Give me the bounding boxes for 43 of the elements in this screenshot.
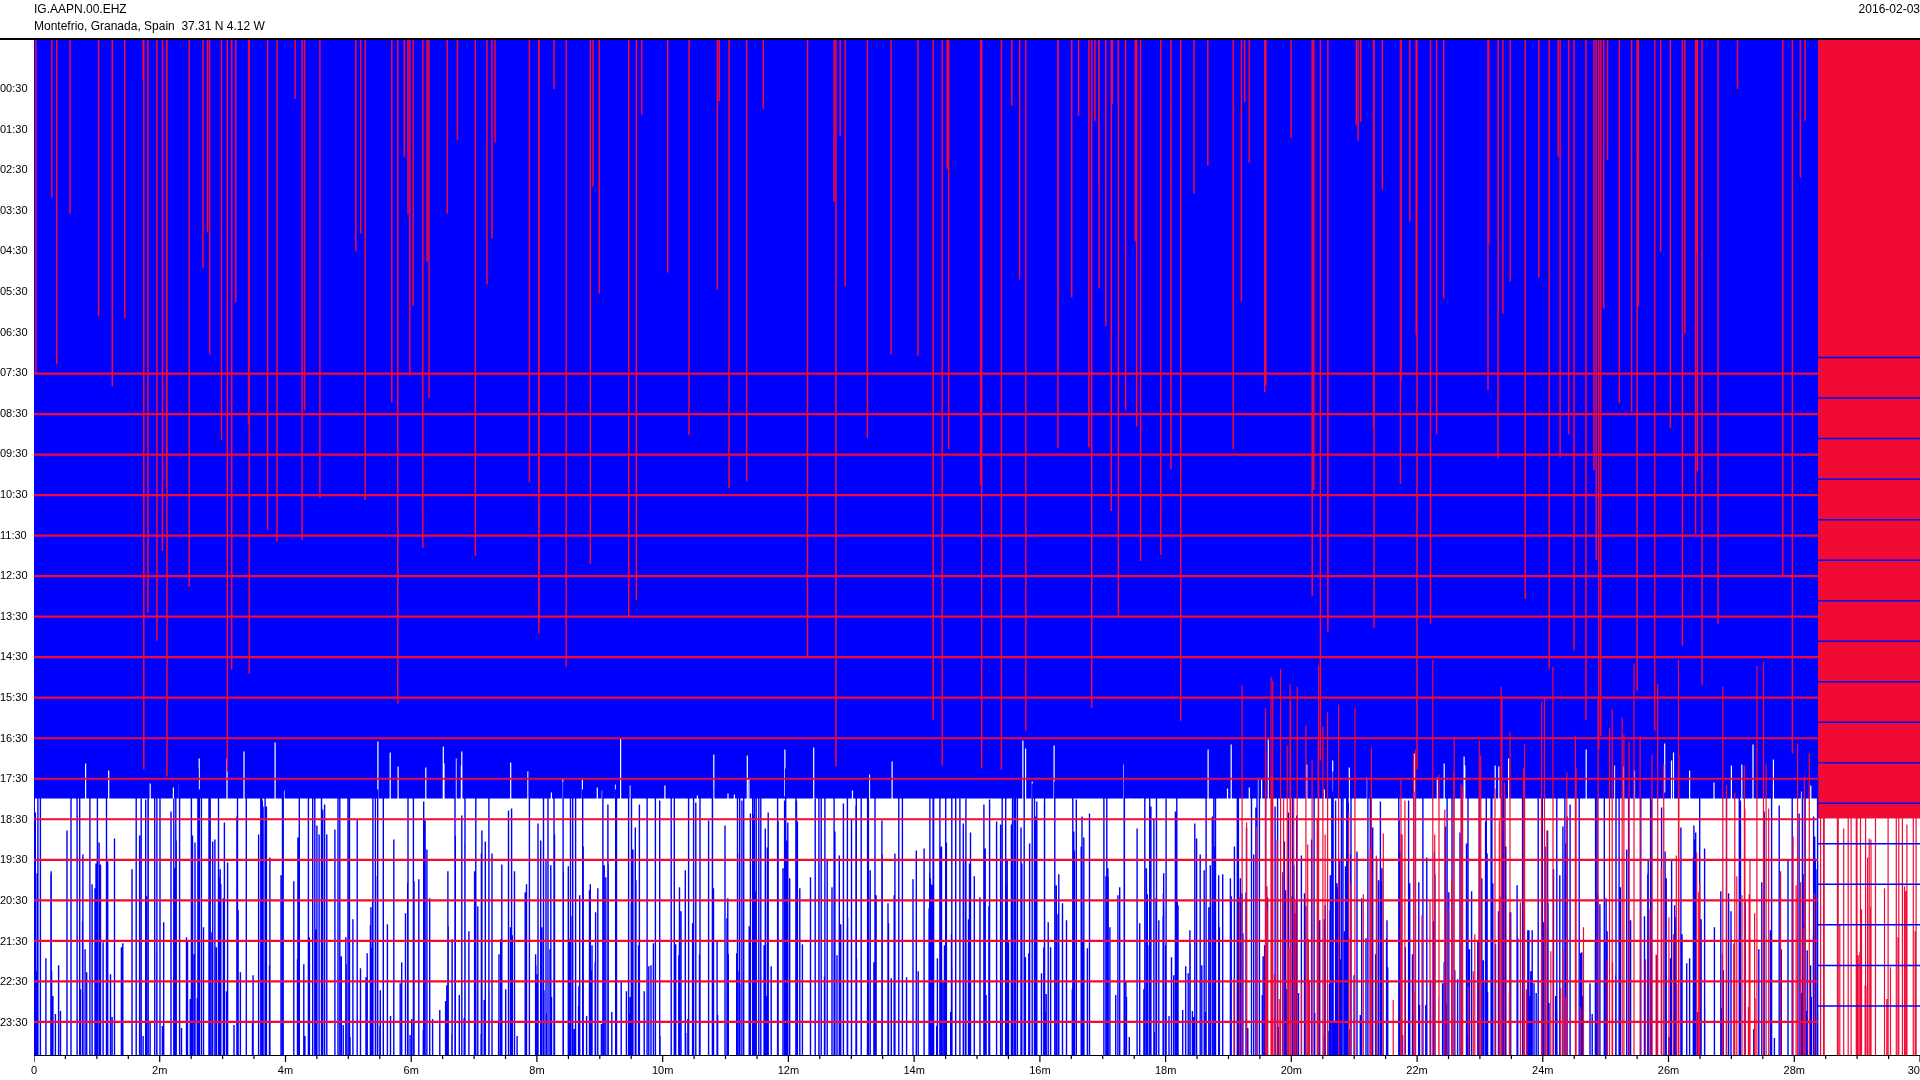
minute-label: 6m — [403, 1063, 419, 1077]
time-label: 23:30 — [0, 1015, 28, 1029]
time-label: 10:30 — [0, 488, 28, 501]
time-label: 16:30 — [0, 731, 28, 745]
minute-label: 18m — [1154, 1063, 1177, 1077]
minute-label: 12m — [777, 1063, 800, 1077]
minute-label: 14m — [903, 1063, 925, 1077]
minute-label: 26m — [1657, 1063, 1680, 1077]
time-label: 05:30 — [0, 285, 28, 298]
minute-label: 28m — [1783, 1063, 1805, 1077]
minute-label: 0 — [31, 1063, 38, 1077]
time-label: 09:30 — [0, 447, 28, 461]
time-label: 15:30 — [0, 691, 28, 704]
station-code: IG.AAPN.00.EHZ — [34, 1, 128, 18]
time-label: 00:30 — [0, 82, 28, 95]
station-location: Montefrio, Granada, Spain 37.31 N 4.12 W — [34, 18, 265, 35]
time-label: 20:30 — [0, 894, 28, 907]
time-label: 04:30 — [0, 244, 28, 258]
time-label: 08:30 — [0, 406, 28, 420]
time-label: 06:30 — [0, 325, 28, 339]
time-label: 21:30 — [0, 934, 28, 948]
time-label: 22:30 — [0, 975, 28, 989]
date-label: 2016-02-03 — [1858, 1, 1920, 18]
minute-label: 16m — [1029, 1063, 1051, 1077]
time-label: 19:30 — [0, 853, 28, 867]
minute-label: 2m — [152, 1063, 168, 1077]
minute-label: 10m — [651, 1063, 674, 1077]
time-label: 17:30 — [0, 772, 28, 786]
time-label: 07:30 — [0, 366, 28, 380]
time-label: 18:30 — [0, 812, 28, 826]
minute-label: 22m — [1406, 1063, 1428, 1077]
time-label: 14:30 — [0, 650, 28, 664]
time-label: 13:30 — [0, 609, 28, 623]
minute-label: 8m — [529, 1063, 545, 1077]
time-label: 01:30 — [0, 122, 28, 136]
time-label: 11:30 — [0, 528, 27, 542]
time-label: 12:30 — [0, 569, 28, 583]
minute-label: 20m — [1280, 1063, 1303, 1077]
minute-label: 24m — [1532, 1063, 1554, 1077]
minute-label: 4m — [277, 1063, 294, 1077]
minute-label: 30 — [1907, 1063, 1920, 1077]
time-label: 02:30 — [0, 163, 28, 177]
time-label: 03:30 — [0, 203, 28, 217]
